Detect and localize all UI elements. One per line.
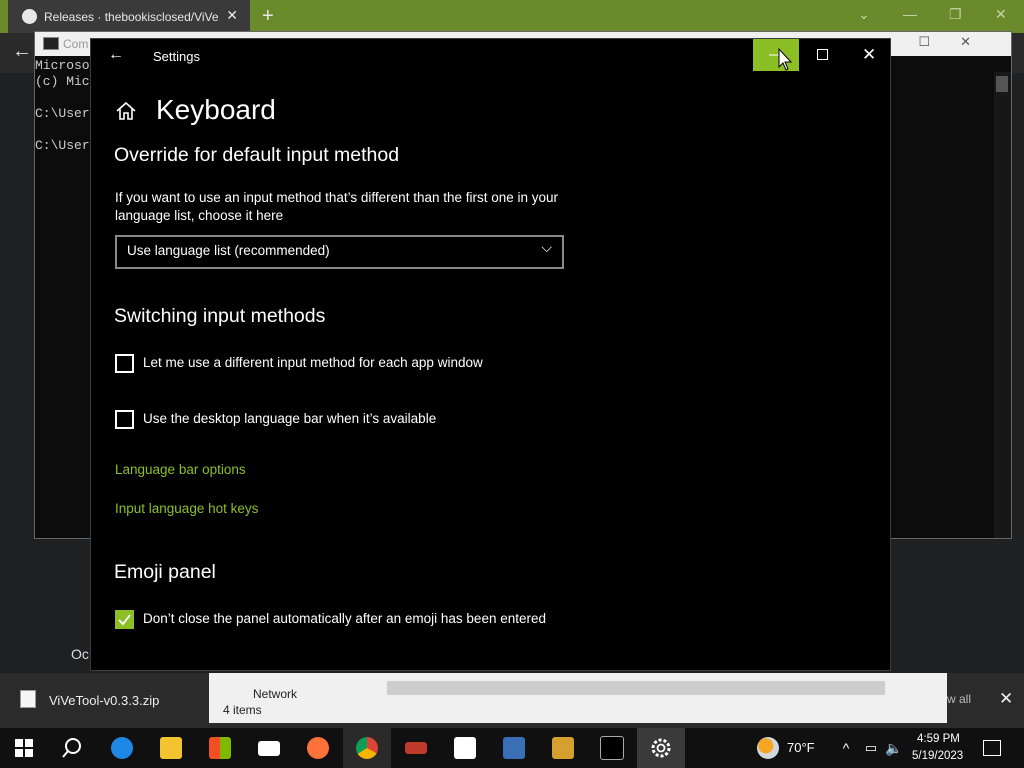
taskbar-app-2[interactable] (441, 728, 489, 768)
taskbar-store[interactable] (196, 728, 244, 768)
browser-tab[interactable]: Releases · thebookisclosed/ViVe ✕ (8, 0, 250, 33)
switching-heading: Switching input methods (114, 305, 326, 327)
taskbar-edge[interactable] (98, 728, 146, 768)
gear-icon (651, 738, 671, 758)
cmd-output: Microso (c) Mic C:\User C:\User (35, 58, 90, 153)
terminal-icon (600, 736, 624, 760)
emoji-checkbox-label[interactable]: Don’t close the panel automatically afte… (143, 611, 546, 626)
zip-file-icon (20, 690, 36, 708)
language-bar-checkbox-label[interactable]: Use the desktop language bar when it’s a… (143, 411, 436, 426)
show-all-button[interactable]: w all (947, 692, 971, 706)
browser-minimize-button[interactable]: — (903, 6, 917, 22)
github-icon (22, 9, 37, 24)
mail-icon (258, 740, 280, 756)
taskbar-app-1[interactable] (392, 728, 440, 768)
emoji-checkbox[interactable] (115, 610, 134, 629)
firefox-icon (307, 737, 329, 759)
chrome-icon (356, 737, 378, 759)
tray-chevron-up-icon[interactable]: ^ (834, 728, 858, 768)
box-icon (552, 737, 574, 759)
browser-back-icon[interactable]: ← (12, 40, 32, 63)
minimize-button[interactable] (753, 39, 799, 71)
taskbar-firefox[interactable] (294, 728, 342, 768)
start-button[interactable] (0, 728, 48, 768)
image-app-icon (503, 737, 525, 759)
checkmark-icon (118, 614, 131, 626)
weather-temperature[interactable]: 70°F (787, 740, 815, 755)
app-window-checkbox-label[interactable]: Let me use a different input method for … (143, 355, 483, 370)
taskbar-app-4[interactable] (539, 728, 587, 768)
taskbar-settings[interactable] (637, 728, 685, 768)
clock-time[interactable]: 4:59 PM (917, 733, 960, 745)
language-bar-options-link[interactable]: Language bar options (115, 462, 246, 477)
cmd-window-controls[interactable]: —☐✕ (875, 34, 1001, 50)
weather-widget[interactable] (752, 728, 784, 768)
input-method-dropdown[interactable]: Use language list (recommended) ⌵ (115, 235, 564, 269)
browser-restore-button[interactable]: ❐ (949, 6, 962, 23)
folder-icon (160, 737, 182, 759)
cmd-scrollbar[interactable] (994, 72, 1011, 538)
settings-title: Settings (153, 49, 200, 64)
cursor-icon (769, 47, 793, 71)
weather-icon (757, 737, 779, 759)
emoji-heading: Emoji panel (114, 561, 216, 583)
close-download-bar-icon[interactable]: ✕ (999, 689, 1013, 709)
close-tab-icon[interactable]: ✕ (226, 7, 238, 24)
item-count: 4 items (223, 703, 262, 717)
cmd-scroll-thumb[interactable] (996, 76, 1008, 92)
app-window-checkbox[interactable] (115, 354, 134, 373)
store-icon (209, 737, 231, 759)
horizontal-scrollbar[interactable] (387, 681, 885, 695)
network-icon[interactable]: ▭ (859, 728, 883, 768)
settings-window[interactable]: ← Settings ✕ Keyboard Override for defau… (90, 38, 891, 671)
app-icon (405, 742, 427, 754)
browser-close-button[interactable]: ✕ (995, 6, 1007, 23)
close-button[interactable]: ✕ (862, 45, 876, 65)
taskbar-terminal[interactable] (588, 728, 636, 768)
chevron-down-icon: ⌵ (541, 239, 552, 255)
clock-date[interactable]: 5/19/2023 (912, 750, 963, 762)
dropdown-value: Use language list (recommended) (127, 243, 330, 258)
browser-tab-title: Releases · thebookisclosed/ViVe (44, 10, 219, 24)
taskbar-chrome[interactable] (343, 728, 391, 768)
network-nav-item[interactable]: Network (253, 687, 297, 701)
back-arrow-icon[interactable]: ← (108, 46, 124, 64)
edge-icon (111, 737, 133, 759)
download-file-name[interactable]: ViVeTool-v0.3.3.zip (49, 693, 159, 708)
taskbar-mail[interactable] (245, 728, 293, 768)
notification-icon[interactable] (983, 740, 1001, 756)
language-bar-checkbox[interactable] (115, 410, 134, 429)
maximize-button[interactable] (817, 49, 828, 60)
search-button[interactable] (48, 728, 96, 768)
taskbar-file-explorer[interactable] (147, 728, 195, 768)
file-explorer-strip: Network 4 items (209, 673, 947, 723)
page-partial-text: Oc (71, 646, 89, 662)
home-icon[interactable] (115, 101, 137, 121)
volume-muted-icon[interactable]: 🔈 (882, 728, 906, 768)
taskbar-app-3[interactable] (490, 728, 538, 768)
page-title: Keyboard (156, 94, 276, 125)
override-heading: Override for default input method (114, 144, 400, 166)
windows-logo-icon (15, 739, 33, 757)
override-description: If you want to use an input method that’… (115, 190, 559, 223)
new-tab-button[interactable]: + (262, 5, 274, 28)
cmd-title: Com (63, 37, 89, 51)
tab-search-icon[interactable]: ⌄ (858, 6, 870, 23)
search-icon (62, 738, 81, 758)
input-language-hot-keys-link[interactable]: Input language hot keys (115, 501, 258, 516)
m-icon (454, 737, 476, 759)
cmd-icon (43, 37, 59, 50)
